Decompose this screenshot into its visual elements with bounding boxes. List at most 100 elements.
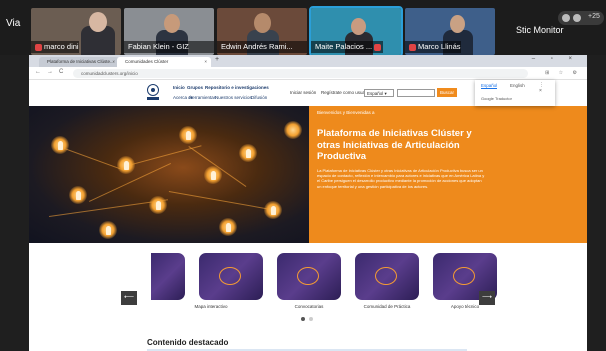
map-icon (219, 267, 241, 285)
person-figure (76, 191, 81, 200)
subnav-herramientas[interactable]: Herramientas (189, 95, 216, 100)
browser-tab-bar: Plataforma de Iniciativas Clúste... × Com… (29, 55, 587, 67)
mic-muted-icon (374, 43, 382, 51)
nav-link-inicio[interactable]: Inicio (173, 85, 185, 90)
subnav-difusion[interactable]: Difusión (251, 95, 267, 100)
nav-link-repositorio[interactable]: Repositorio e investigaciones (205, 85, 269, 90)
tab-label: Comunidades Clúster (125, 59, 169, 64)
translate-menu-controls[interactable]: ⋮ × (539, 82, 555, 94)
person-figure (246, 149, 251, 158)
person-figure (124, 161, 129, 170)
carousel-card-image[interactable] (277, 253, 341, 300)
nav-link-grupos[interactable]: Grupos (187, 85, 203, 90)
participant-video-face (164, 14, 180, 33)
participant-tile[interactable]: Edwin Andrés Rami... (217, 8, 307, 55)
services-carousel: ⟵ Mapa interactivo Convocatorias Comunid… (29, 243, 587, 351)
subnav-servicios[interactable]: Nuestros servicios (215, 95, 252, 100)
participant-name-bar: Edwin Andrés Rami... (217, 41, 307, 53)
network-link (168, 191, 268, 210)
participant-tile[interactable]: marco dini (31, 8, 121, 55)
carousel-card-image[interactable] (355, 253, 419, 300)
carousel-card-label[interactable]: Comunidad de Práctica (354, 304, 420, 309)
participant-name: Maite Palacios ... (315, 42, 373, 51)
participant-name-bar: Maite Palacios ... (311, 41, 384, 53)
register-link[interactable]: Regístrate como usuario (321, 90, 370, 95)
person-figure (226, 223, 231, 232)
participants-pill[interactable]: +25 (558, 11, 604, 25)
translate-language-spanish[interactable]: Español (481, 83, 498, 89)
oea-logo-icon[interactable] (147, 84, 159, 96)
search-input[interactable] (397, 89, 435, 97)
shared-screen: Plataforma de Iniciativas Clúste... × Com… (29, 55, 587, 351)
participant-video-face (254, 13, 271, 33)
url-input[interactable]: comunidadclusters.org/inicio (73, 69, 528, 78)
participant-name: Edwin Andrés Rami... (221, 42, 293, 51)
carousel-card-label[interactable]: Convocatorias (276, 304, 342, 309)
extension-icons[interactable]: ⊞ ☆ ⚙ (545, 70, 581, 76)
participant-video-face (351, 18, 366, 35)
window-controls[interactable]: – ▫ × (532, 56, 579, 62)
participant-count: +25 (588, 13, 600, 20)
participant-video-face (89, 12, 107, 32)
person-figure (156, 201, 161, 210)
participant-name: marco dini (44, 42, 79, 51)
participant-name-bar: Marco Llinás (405, 41, 461, 53)
search-button[interactable]: Buscar (437, 88, 457, 97)
browser-tab[interactable]: Plataforma de Iniciativas Clúste... × (39, 57, 119, 67)
participant-avatar-icon (573, 14, 581, 22)
person-figure (211, 171, 216, 180)
participant-name: Fabian Klein - GIZ (128, 42, 189, 51)
browser-tab-active[interactable]: Comunidades Clúster × (117, 57, 211, 67)
via-label: Via (6, 18, 21, 29)
translate-language-english[interactable]: English (510, 83, 525, 88)
language-select-value: Español (367, 91, 384, 96)
forward-button[interactable]: → (47, 69, 53, 75)
translate-provider: Google Traductor (481, 96, 512, 101)
reload-button[interactable]: C (59, 69, 63, 75)
participant-tile[interactable]: Fabian Klein - GIZ (124, 8, 214, 55)
support-icon (453, 267, 475, 285)
carousel-card-image-partial[interactable] (151, 253, 185, 300)
participant-tile-active[interactable]: Maite Palacios ... (309, 6, 403, 57)
mic-muted-icon (409, 43, 416, 51)
community-icon (375, 267, 397, 285)
carousel-dot[interactable] (309, 317, 313, 321)
login-link[interactable]: Iniciar sesión (290, 90, 316, 95)
address-bar-row: ← → C comunidadclusters.org/inicio ⊞ ☆ ⚙ (29, 67, 587, 80)
hero-title: Plataforma de Iniciativas Clúster y otra… (317, 128, 472, 162)
featured-heading: Contenido destacado (147, 338, 229, 347)
presenter-label: Stic Monitor (516, 25, 564, 35)
network-link (58, 146, 125, 171)
person-figure (106, 226, 111, 235)
carousel-card-label[interactable]: Mapa interactivo (178, 304, 244, 309)
participant-name-bar: Fabian Klein - GIZ (124, 41, 214, 53)
carousel-next-button[interactable]: ⟶ (479, 291, 495, 305)
oea-logo-bar (147, 97, 159, 100)
hero-welcome: Bienvenidos y Bienvenidas a (317, 110, 375, 115)
hero-network-image (29, 106, 309, 243)
translate-popup: Español English ⋮ × Google Traductor (475, 80, 555, 106)
participant-video-face (450, 15, 465, 33)
language-select[interactable]: Español ▾ (364, 89, 394, 97)
carousel-card-image[interactable] (199, 253, 263, 300)
tab-label: Plataforma de Iniciativas Clúste... (47, 59, 114, 64)
person-figure (186, 131, 191, 140)
participant-tile[interactable]: Marco Llinás (405, 8, 495, 55)
close-tab-icon[interactable]: × (112, 57, 115, 67)
webex-participant-bar: Via webex by CISCO marco dini Fabian Kle… (0, 0, 606, 57)
participant-avatar-icon (562, 14, 570, 22)
person-figure (58, 141, 63, 150)
participant-name: Marco Llinás (418, 42, 461, 51)
web-page: Inicio Grupos Repositorio e investigacio… (29, 80, 587, 351)
back-button[interactable]: ← (35, 69, 41, 75)
new-tab-button[interactable]: + (215, 56, 219, 63)
carousel-prev-button[interactable]: ⟵ (121, 291, 137, 305)
hero-description: La Plataforma de Iniciativas Clúster y o… (317, 168, 485, 189)
close-tab-icon[interactable]: × (204, 57, 207, 67)
person-figure (271, 206, 276, 215)
mic-muted-icon (35, 43, 42, 51)
megaphone-icon (297, 267, 319, 285)
network-node (284, 121, 302, 139)
participant-name-bar: marco dini (31, 41, 79, 53)
carousel-dot-active[interactable] (301, 317, 305, 321)
